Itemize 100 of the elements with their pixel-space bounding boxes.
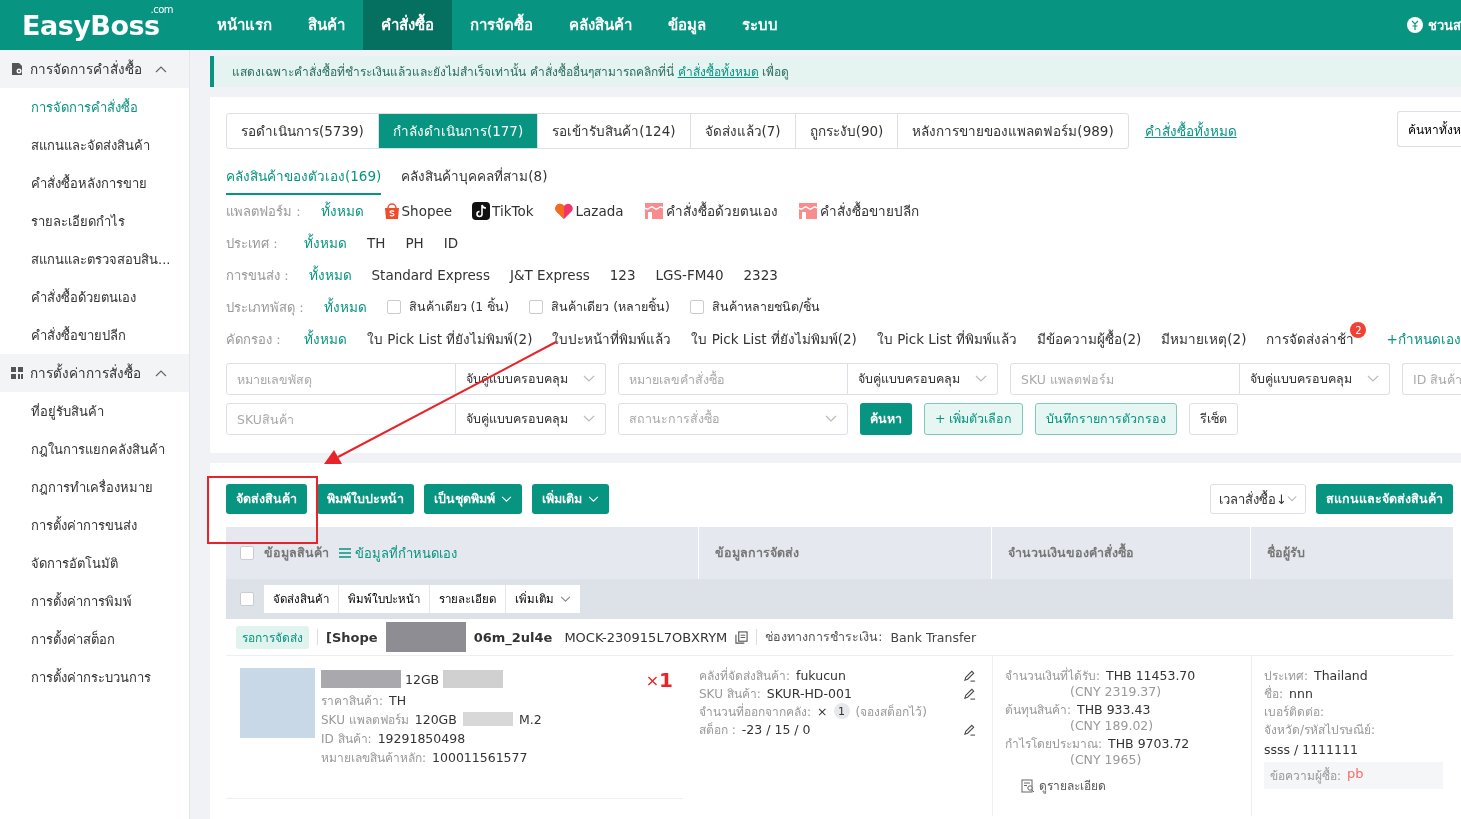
status-tab[interactable]: ถูกระงับ(90) <box>795 114 899 148</box>
sidebar-item[interactable]: จัดการอัตโนมัติ <box>0 544 189 582</box>
sidebar-item[interactable]: การตั้งค่ากระบวนการ <box>0 658 189 696</box>
copy-icon[interactable] <box>735 630 749 644</box>
sidebar-item[interactable]: ที่อยู่รับสินค้า <box>0 392 189 430</box>
field-label: จำนวนเงินที่ได้รับ: <box>1005 666 1101 685</box>
sidebar-item[interactable]: คำสั่งซื้อด้วยตนเอง <box>0 278 189 316</box>
logo[interactable]: EasyBoss.com <box>22 9 175 41</box>
filter-option[interactable]: 123 <box>609 267 636 283</box>
sidebar-group-header[interactable]: การจัดการคำสั่งซื้อ <box>0 50 189 88</box>
filter-option[interactable]: ทั้งหมด <box>323 296 367 318</box>
status-tab[interactable]: กำลังดำเนินการ(177) <box>378 114 539 148</box>
select-all-checkbox[interactable] <box>240 546 254 560</box>
warehouse-tab[interactable]: คลังสินค้าบุคคลที่สาม(8) <box>401 161 548 195</box>
nav-tab[interactable]: ระบบ <box>724 0 796 50</box>
sort-select[interactable]: เวลาสั่งซื้อ↓ <box>1210 484 1306 514</box>
status-tab[interactable]: รอเข้ารับสินค้า(124) <box>538 114 691 148</box>
nav-tab[interactable]: สินค้า <box>290 0 363 50</box>
field-label: ประเทศ: <box>1264 667 1309 685</box>
scan-and-ship-button[interactable]: สแกนและจัดส่งสินค้า <box>1316 484 1453 514</box>
filter-option[interactable]: Lazada <box>553 202 624 220</box>
search-field[interactable]: หมายเลขคำสั่งซื้อ <box>618 363 848 395</box>
filter-option[interactable]: คำสั่งซื้อขายปลีก <box>797 200 919 222</box>
sidebar-item[interactable]: กฎการทำเครื่องหมาย <box>0 468 189 506</box>
caret-icon <box>583 375 595 383</box>
chevron-up-icon[interactable] <box>155 65 167 73</box>
search-field[interactable]: SKU แพลตฟอร์ม <box>1010 363 1240 395</box>
filter-option[interactable]: ทั้งหมด <box>320 200 364 222</box>
filter-option[interactable]: ใบ Pick List ที่ยังไม่พิมพ์(2) <box>691 328 857 350</box>
match-mode-select[interactable]: จับคู่แบบครอบคลุม <box>1240 363 1390 395</box>
warehouse-tab[interactable]: คลังสินค้าของตัวเอง(169) <box>226 161 382 195</box>
filter-option[interactable]: TikTok <box>472 202 534 220</box>
bulk-action-button[interactable]: จัดส่งสินค้า <box>264 585 339 613</box>
edit-icon[interactable] <box>963 722 976 736</box>
sidebar-item[interactable]: สแกนและจัดส่งสินค้า <box>0 126 189 164</box>
filter-option[interactable]: ใบปะหน้าที่พิมพ์แล้ว <box>552 328 672 350</box>
search-field[interactable]: SKUสินค้า <box>226 403 456 435</box>
filter-option[interactable]: PH <box>405 235 424 251</box>
nav-tab[interactable]: คำสั่งซื้อ <box>363 0 452 50</box>
sidebar-item[interactable]: คำสั่งซื้อขายปลีก <box>0 316 189 354</box>
action-button[interactable]: เป็นชุดพิมพ์ <box>424 484 522 514</box>
filter-option[interactable]: มีหมายเหตุ(2) <box>1161 328 1247 350</box>
filter-option[interactable]: TH <box>367 235 386 251</box>
filter-option[interactable]: ใบ Pick List ที่ยังไม่พิมพ์(2) <box>367 328 533 350</box>
heart-icon <box>553 202 574 220</box>
search-field[interactable]: ID สินค้า <box>1402 363 1461 395</box>
all-orders-link[interactable]: คำสั่งซื้อทั้งหมด <box>1144 120 1237 142</box>
filter-action-button[interactable]: บันทึกรายการตัวกรอง <box>1035 403 1178 435</box>
column-header: ชื่อผู้รับ <box>1267 543 1305 563</box>
filter-option[interactable]: Shopee <box>383 202 453 220</box>
action-button[interactable]: จัดส่งสินค้า <box>226 484 307 514</box>
reset-button[interactable]: รีเซ็ต <box>1189 403 1239 435</box>
filter-option[interactable]: 2323 <box>743 267 778 283</box>
nav-tab[interactable]: หน้าแรก <box>199 0 290 50</box>
filter-option[interactable]: J&T Express <box>509 267 590 283</box>
filter-option[interactable]: ทั้งหมด <box>304 232 347 254</box>
match-mode-select[interactable]: จับคู่แบบครอบคลุม <box>456 403 606 435</box>
nav-tab[interactable]: การจัดซื้อ <box>452 0 551 50</box>
filter-option[interactable]: LGS-FM40 <box>655 267 724 283</box>
search-field[interactable]: หมายเลขพัสดุ <box>226 363 456 395</box>
view-details-link[interactable]: ดูรายละเอียด <box>1021 776 1106 795</box>
nav-tab[interactable]: ข้อมูล <box>650 0 724 50</box>
match-mode-select[interactable]: จับคู่แบบครอบคลุม <box>848 363 998 395</box>
sidebar-item[interactable]: สแกนและตรวจสอบสิน... <box>0 240 189 278</box>
sidebar-group-header[interactable]: การตั้งค่าการสั่งซื้อ <box>0 354 189 392</box>
sidebar-item[interactable]: การตั้งค่าสต็อก <box>0 620 189 658</box>
action-button[interactable]: เพิ่มเติม <box>532 484 609 514</box>
filter-checkbox[interactable]: สินค้าเดียว (หลายชิ้น) <box>529 297 670 317</box>
shop-name: [Shope <box>326 629 378 645</box>
search-button[interactable]: ค้นหา <box>860 403 912 435</box>
status-tab[interactable]: หลังการขายของแพลตฟอร์ม(989) <box>898 114 1128 148</box>
sidebar-item[interactable]: การตั้งค่าการขนส่ง <box>0 506 189 544</box>
invite-link[interactable]: ชวนส <box>1428 14 1461 36</box>
nav-tab[interactable]: คลังสินค้า <box>551 0 650 50</box>
field-value: SKUR-HD-001 <box>766 685 852 701</box>
sidebar-item[interactable]: คำสั่งซื้อหลังการขาย <box>0 164 189 202</box>
action-button[interactable]: พิมพ์ใบปะหน้า <box>317 484 414 514</box>
reserved-note: (จองสต็อกไว้) <box>855 703 927 721</box>
filter-checkbox[interactable]: สินค้าเดียว (1 ชิ้น) <box>386 297 510 317</box>
filter-action-button[interactable]: + เพิ่มตัวเลือก <box>924 403 1024 435</box>
bulk-checkbox[interactable] <box>240 592 254 606</box>
edit-icon[interactable] <box>963 686 976 700</box>
filter-option[interactable]: ทั้งหมด <box>308 264 352 286</box>
filter-option[interactable]: ใบ Pick List ที่พิมพ์แล้ว <box>876 328 1018 350</box>
sidebar-item[interactable]: การตั้งค่าการพิมพ์ <box>0 582 189 620</box>
filter-option[interactable]: ID <box>443 235 459 251</box>
status-tab[interactable]: จัดส่งแล้ว(7) <box>690 114 796 148</box>
add-custom-filter-link[interactable]: +กำหนดเอง <box>1386 328 1461 350</box>
search-all-button[interactable]: ค้นหาทั้งห <box>1397 111 1461 147</box>
filter-checkbox[interactable]: สินค้าหลายชนิด/ชิ้น <box>689 297 821 317</box>
edit-icon[interactable] <box>963 668 976 682</box>
chevron-up-icon[interactable] <box>155 369 167 377</box>
sidebar-item[interactable]: กฎในการแยกคลังสินค้า <box>0 430 189 468</box>
filter-option[interactable]: ทั้งหมด <box>304 328 347 350</box>
status-tab[interactable]: รอดำเนินการ(5739) <box>227 114 379 148</box>
filter-option[interactable]: มีข้อความผู้ซื้อ(2) <box>1037 328 1142 350</box>
filter-option[interactable]: คำสั่งซื้อด้วยตนเอง <box>643 200 778 222</box>
sidebar-item[interactable]: รายละเอียดกำไร <box>0 202 189 240</box>
sidebar-item[interactable]: การจัดการคำสั่งซื้อ <box>0 88 189 126</box>
filter-option[interactable]: Standard Express <box>371 267 490 283</box>
